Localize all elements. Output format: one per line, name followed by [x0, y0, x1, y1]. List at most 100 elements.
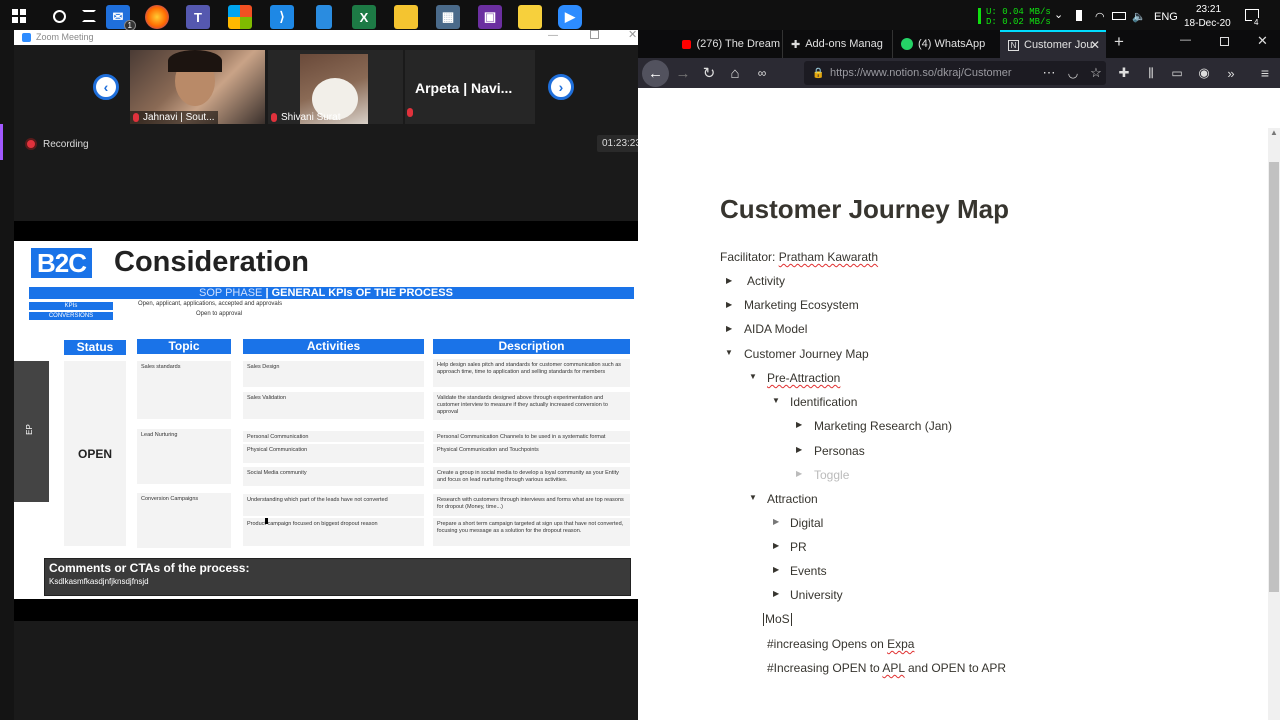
activity-cell: Understanding which part of the leads ha…: [243, 494, 424, 516]
url-bar[interactable]: ⛉ 🔒 https://www.notion.so/dkraj/Customer: [804, 61, 1106, 85]
toggle-collapsed-icon[interactable]: ▶: [773, 565, 779, 574]
usb-icon[interactable]: [1076, 10, 1082, 21]
toggle-expanded-icon[interactable]: ▼: [725, 348, 733, 357]
tab-addons[interactable]: ✚ Add-ons Manag: [782, 30, 892, 58]
clock-date[interactable]: 18-Dec-20: [1184, 18, 1231, 29]
toggle-collapsed-icon[interactable]: ▶: [726, 276, 732, 285]
tab-notion-active[interactable]: N Customer Jou ✕: [1000, 30, 1106, 58]
firefox-icon[interactable]: [145, 5, 169, 32]
toggle-pr[interactable]: PR: [790, 540, 807, 554]
forward-button[interactable]: →: [672, 61, 694, 85]
sticky-notes-icon[interactable]: [518, 5, 542, 29]
zoom-maximize-button[interactable]: [590, 30, 599, 39]
task-view-icon[interactable]: [82, 10, 96, 22]
toggle-identification[interactable]: Identification: [790, 395, 857, 409]
toggle-collapsed-icon[interactable]: ▶: [726, 324, 732, 333]
toggle-digital[interactable]: Digital: [790, 516, 823, 530]
toggle-placeholder-icon[interactable]: ▶: [796, 469, 802, 478]
scrollbar-up-arrow[interactable]: ▲: [1270, 128, 1278, 137]
puzzle-icon: ✚: [791, 38, 801, 51]
ep-side-tab[interactable]: EP: [14, 361, 49, 502]
battery-icon[interactable]: [1112, 12, 1126, 20]
volume-icon[interactable]: 🔈: [1132, 10, 1146, 23]
toggle-university[interactable]: University: [790, 588, 843, 602]
line-increasing-opens[interactable]: #increasing Opens on Expa: [767, 637, 914, 651]
windows-start-icon[interactable]: [12, 9, 26, 23]
teams-icon[interactable]: T: [186, 5, 210, 29]
toggle-marketing-research[interactable]: Marketing Research (Jan): [814, 419, 952, 433]
ff-maximize-button[interactable]: [1220, 37, 1229, 46]
language-indicator[interactable]: ENG: [1154, 11, 1178, 23]
toggle-expanded-icon[interactable]: ▼: [749, 372, 757, 381]
tab-youtube[interactable]: (276) The Dream: [674, 30, 780, 58]
search-icon[interactable]: [53, 10, 66, 23]
mail-icon[interactable]: ✉ 1: [106, 5, 136, 31]
toggle-events[interactable]: Events: [790, 564, 827, 578]
phone-icon[interactable]: [316, 5, 332, 29]
toggle-personas[interactable]: Personas: [814, 444, 865, 458]
toggle-aida-model[interactable]: AIDA Model: [744, 322, 807, 336]
caret-icon: [790, 613, 792, 627]
zoom-window-title: Zoom Meeting: [36, 32, 94, 42]
toggle-placeholder[interactable]: Toggle: [814, 468, 849, 482]
home-button[interactable]: ⌂: [724, 61, 746, 85]
mos-block[interactable]: MoS: [763, 612, 792, 627]
gallery-next-button[interactable]: ›: [548, 74, 574, 100]
video-editor-icon[interactable]: ▣: [478, 5, 502, 29]
toggle-collapsed-icon[interactable]: ▶: [773, 517, 779, 526]
zoom-minimize-button[interactable]: —: [548, 30, 558, 41]
hamburger-menu-icon[interactable]: ≡: [1254, 61, 1276, 85]
ff-minimize-button[interactable]: —: [1180, 34, 1191, 46]
clock-time[interactable]: 23:21: [1196, 4, 1221, 15]
tab-whatsapp[interactable]: (4) WhatsApp: [892, 30, 1000, 58]
pocket-icon[interactable]: ◡: [1062, 61, 1084, 85]
tab-close-icon[interactable]: ✕: [1090, 38, 1100, 52]
bookmark-star-icon[interactable]: ☆: [1085, 61, 1107, 85]
header-description: Description: [433, 339, 630, 354]
calculator-icon[interactable]: ▦: [436, 5, 460, 29]
library-icon[interactable]: ⫼: [1140, 61, 1162, 85]
ff-close-button[interactable]: ✕: [1257, 33, 1268, 49]
toggle-expanded-icon[interactable]: ▼: [772, 396, 780, 405]
new-tab-button[interactable]: +: [1114, 32, 1124, 52]
page-actions-icon[interactable]: ⋯: [1038, 61, 1060, 85]
office-icon[interactable]: [228, 5, 252, 29]
reload-button[interactable]: ↻: [698, 61, 720, 85]
toggle-marketing-ecosystem[interactable]: Marketing Ecosystem: [744, 298, 859, 312]
back-button[interactable]: ←: [642, 60, 669, 87]
toggle-collapsed-icon[interactable]: ▶: [796, 420, 802, 429]
toggle-attraction[interactable]: Attraction: [767, 492, 818, 506]
incognito-icon[interactable]: ∞: [751, 61, 773, 85]
facilitator-mention[interactable]: Pratham Kawarath: [779, 250, 878, 264]
participant-tile[interactable]: Shivani Surat: [268, 50, 403, 124]
wifi-icon[interactable]: ◠: [1095, 10, 1105, 23]
zoom-icon[interactable]: ▶: [558, 5, 582, 32]
toggle-collapsed-icon[interactable]: ▶: [773, 589, 779, 598]
gallery-prev-button[interactable]: ‹: [93, 74, 119, 100]
page-scrollbar[interactable]: ▲: [1268, 128, 1280, 720]
toggle-activity[interactable]: Activity: [747, 274, 785, 288]
chevron-up-icon[interactable]: ⌄: [1054, 8, 1063, 21]
toggle-expanded-icon[interactable]: ▼: [749, 493, 757, 502]
activity-cell: Personal Communication: [243, 431, 424, 442]
extensions-icon[interactable]: ✚: [1113, 61, 1135, 85]
toggle-collapsed-icon[interactable]: ▶: [726, 300, 732, 309]
line-increasing-open-apl[interactable]: #Increasing OPEN to APL and OPEN to APR: [767, 661, 1006, 675]
scrollbar-thumb[interactable]: [1269, 162, 1279, 592]
activity-cell: Social Media community: [243, 467, 424, 486]
participant-tile[interactable]: Arpeta | Navi...: [405, 50, 535, 124]
toggle-collapsed-icon[interactable]: ▶: [796, 445, 802, 454]
account-icon[interactable]: ◉: [1193, 61, 1215, 85]
file-explorer-icon[interactable]: [394, 5, 418, 32]
overflow-chevron-icon[interactable]: »: [1220, 61, 1242, 85]
toggle-collapsed-icon[interactable]: ▶: [773, 541, 779, 550]
sidebar-icon[interactable]: ▭: [1166, 61, 1188, 85]
toggle-customer-journey-map[interactable]: Customer Journey Map: [744, 347, 869, 361]
excel-icon[interactable]: X: [352, 5, 376, 29]
zoom-left-strip-accent: [0, 124, 3, 160]
zoom-close-button[interactable]: ✕: [628, 28, 637, 41]
vscode-icon[interactable]: ⟩: [270, 5, 294, 29]
participant-tile[interactable]: Jahnavi | Sout...: [130, 50, 265, 124]
toggle-pre-attraction[interactable]: Pre-Attraction: [767, 371, 840, 385]
tray-accent-bar: [978, 8, 981, 24]
